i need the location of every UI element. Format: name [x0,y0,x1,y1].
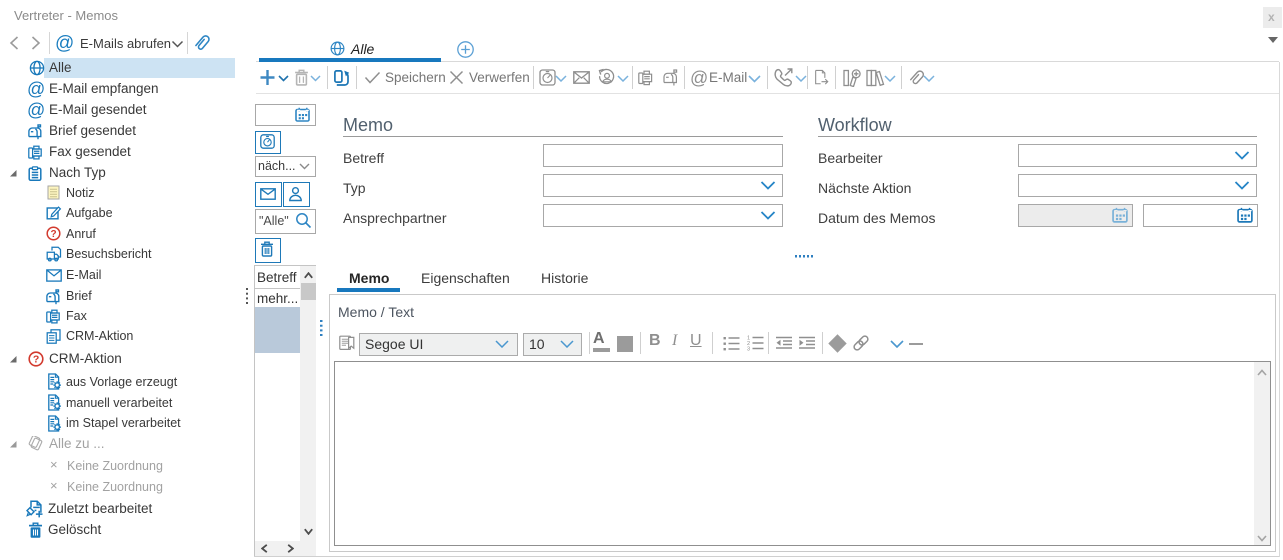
svg-text:?: ? [33,354,39,366]
svg-text:?: ? [51,229,57,240]
svg-text:3: 3 [747,347,750,352]
